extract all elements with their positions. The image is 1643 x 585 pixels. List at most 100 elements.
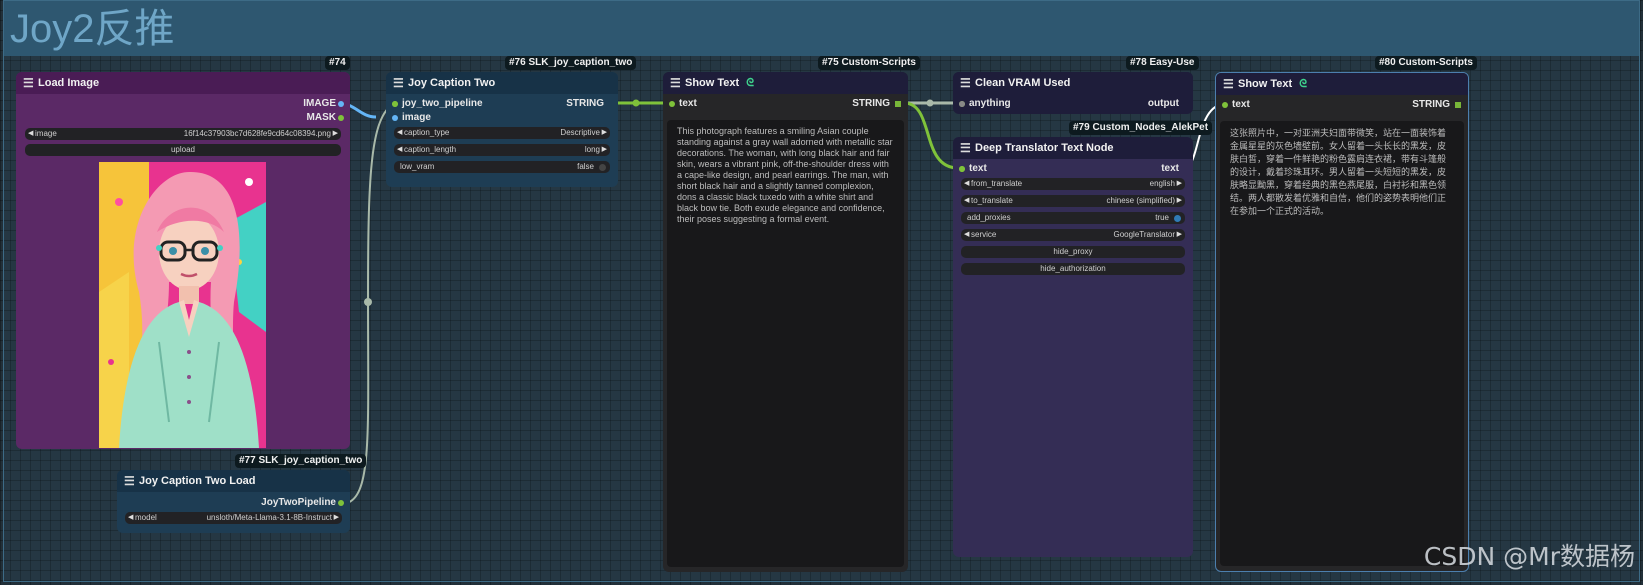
node-header[interactable]: ☰ Joy Caption Two Load (117, 470, 350, 492)
from-translate-select[interactable]: ◀ from_translate english ▶ (961, 178, 1185, 190)
arrow-left-icon[interactable]: ◀ (128, 512, 133, 524)
arrow-left-icon[interactable]: ◀ (397, 144, 402, 156)
caption-type-select[interactable]: ◀ caption_type Descriptive ▶ (394, 127, 610, 139)
output-label: STRING (1412, 99, 1450, 110)
arrow-right-icon[interactable]: ▶ (334, 512, 339, 524)
menu-icon[interactable]: ☰ (23, 72, 34, 94)
input-port-anything[interactable]: anything output (953, 97, 1193, 111)
menu-icon[interactable]: ☰ (670, 72, 681, 94)
output-dot[interactable] (959, 166, 965, 172)
menu-icon[interactable]: ☰ (393, 72, 404, 94)
node-badge: #74 (325, 56, 350, 70)
node-badge: #78 Easy-Use (1126, 56, 1199, 70)
toggle-indicator[interactable] (599, 164, 606, 171)
output-dot[interactable] (959, 101, 965, 107)
node-title: Show Text (685, 77, 740, 89)
arrow-right-icon[interactable]: ▶ (1177, 178, 1182, 190)
portrait-illustration (99, 162, 266, 448)
text-display[interactable]: 这张照片中，一对亚洲夫妇面带微笑，站在一面装饰着金属星星的灰色墙壁前。女人留着一… (1220, 121, 1464, 566)
list-output-icon[interactable] (1455, 102, 1461, 108)
output-dot[interactable] (392, 101, 398, 107)
node-joy-caption-two-load[interactable]: ☰ Joy Caption Two Load JoyTwoPipeline ◀ … (117, 470, 350, 533)
menu-icon[interactable]: ☰ (124, 470, 135, 492)
widget-value: unsloth/Meta-Llama-3.1-8B-Instruct (206, 513, 332, 522)
node-header[interactable]: ☰ Load Image (16, 72, 350, 94)
port-dot[interactable] (392, 115, 398, 121)
node-header[interactable]: ☰ Clean VRAM Used (953, 72, 1193, 94)
arrow-left-icon[interactable]: ◀ (397, 127, 402, 139)
node-load-image[interactable]: ☰ Load Image IMAGE MASK ◀ image 16f14c37… (16, 72, 350, 449)
list-output-icon[interactable] (895, 101, 901, 107)
caption-length-select[interactable]: ◀ caption_length long ▶ (394, 144, 610, 156)
input-port-text[interactable]: text STRING (663, 97, 908, 111)
menu-icon[interactable]: ☰ (1223, 73, 1234, 95)
add-proxies-toggle[interactable]: add_proxies true (961, 212, 1185, 224)
arrow-right-icon[interactable]: ▶ (1177, 229, 1182, 241)
toggle-indicator[interactable] (1174, 215, 1181, 222)
scripts-icon: ᘓ (746, 77, 755, 89)
node-header[interactable]: ☰ Joy Caption Two (386, 72, 618, 94)
input-port-joy-two-pipeline[interactable]: joy_two_pipeline STRING (386, 97, 618, 111)
hide-proxy-button[interactable]: hide_proxy (961, 246, 1185, 258)
input-port-text[interactable]: text STRING (1216, 98, 1468, 112)
model-select[interactable]: ◀ model unsloth/Meta-Llama-3.1-8B-Instru… (125, 512, 342, 524)
node-header[interactable]: ☰ Show Text ᘓ (1216, 73, 1468, 95)
image-preview (99, 162, 266, 448)
output-label: STRING (566, 98, 604, 109)
upload-button[interactable]: upload (25, 144, 341, 156)
input-port-text[interactable]: text text (953, 162, 1193, 176)
port-label: anything (969, 98, 1011, 109)
output-port-joytwopipeline[interactable]: JoyTwoPipeline (117, 496, 350, 510)
text-display[interactable]: This photograph features a smiling Asian… (667, 120, 904, 567)
widget-label: image (35, 129, 57, 138)
node-show-text-80[interactable]: ☰ Show Text ᘓ text STRING 这张照片中，一对亚洲夫妇面带… (1215, 72, 1469, 572)
arrow-left-icon[interactable]: ◀ (964, 195, 969, 207)
node-title: Deep Translator Text Node (975, 142, 1114, 154)
node-badge: #79 Custom_Nodes_AlekPet (1069, 121, 1213, 135)
port-label: JoyTwoPipeline (261, 497, 336, 508)
port-dot[interactable] (338, 115, 344, 121)
node-clean-vram[interactable]: ☰ Clean VRAM Used anything output (953, 72, 1193, 114)
to-translate-select[interactable]: ◀ to_translate chinese (simplified) ▶ (961, 195, 1185, 207)
node-header[interactable]: ☰ Deep Translator Text Node (953, 137, 1193, 159)
port-dot[interactable] (338, 101, 344, 107)
output-port-image[interactable]: IMAGE (16, 97, 350, 111)
node-header[interactable]: ☰ Show Text ᘓ (663, 72, 908, 94)
widget-label: from_translate (971, 179, 1023, 188)
arrow-left-icon[interactable]: ◀ (964, 178, 969, 190)
widget-value: true (1155, 213, 1169, 222)
service-select[interactable]: ◀ service GoogleTranslator ▶ (961, 229, 1185, 241)
port-label: text (1232, 99, 1250, 110)
widget-label: model (135, 513, 157, 522)
port-label: joy_two_pipeline (402, 98, 483, 109)
node-joy-caption-two[interactable]: ☰ Joy Caption Two joy_two_pipeline STRIN… (386, 72, 618, 187)
menu-icon[interactable]: ☰ (960, 72, 971, 94)
hide-authorization-button[interactable]: hide_authorization (961, 263, 1185, 275)
arrow-right-icon[interactable]: ▶ (602, 144, 607, 156)
output-port-mask[interactable]: MASK (16, 111, 350, 125)
port-dot[interactable] (338, 500, 344, 506)
node-title: Clean VRAM Used (975, 77, 1071, 89)
arrow-right-icon[interactable]: ▶ (602, 127, 607, 139)
node-badge: #76 SLK_joy_caption_two (505, 56, 637, 70)
workflow-canvas[interactable]: Joy2反推 #74 ☰ Load Image IMAGE MASK ◀ ima… (0, 0, 1643, 585)
arrow-right-icon[interactable]: ▶ (333, 128, 338, 140)
widget-value: false (577, 162, 594, 171)
wire-midpoint-dot (632, 99, 640, 107)
arrow-right-icon[interactable]: ▶ (1177, 195, 1182, 207)
menu-icon[interactable]: ☰ (960, 137, 971, 159)
input-port-image[interactable]: image (386, 111, 618, 125)
node-deep-translator[interactable]: ☰ Deep Translator Text Node text text ◀ … (953, 137, 1193, 557)
widget-value: chinese (simplified) (1106, 196, 1175, 205)
output-label: output (1147, 98, 1179, 109)
widget-value: Descriptive (560, 128, 600, 137)
port-dot[interactable] (1222, 102, 1228, 108)
port-dot[interactable] (669, 101, 675, 107)
low-vram-toggle[interactable]: low_vram false (394, 161, 610, 173)
image-select-widget[interactable]: ◀ image 16f14c37903bc7d628fe9cd64c08394.… (25, 128, 341, 140)
arrow-left-icon[interactable]: ◀ (964, 229, 969, 241)
node-show-text-75[interactable]: ☰ Show Text ᘓ text STRING This photograp… (663, 72, 908, 572)
arrow-left-icon[interactable]: ◀ (28, 128, 33, 140)
widget-value: 16f14c37903bc7d628fe9cd64c08394.png (183, 129, 331, 138)
node-badge: #75 Custom-Scripts (818, 56, 920, 70)
